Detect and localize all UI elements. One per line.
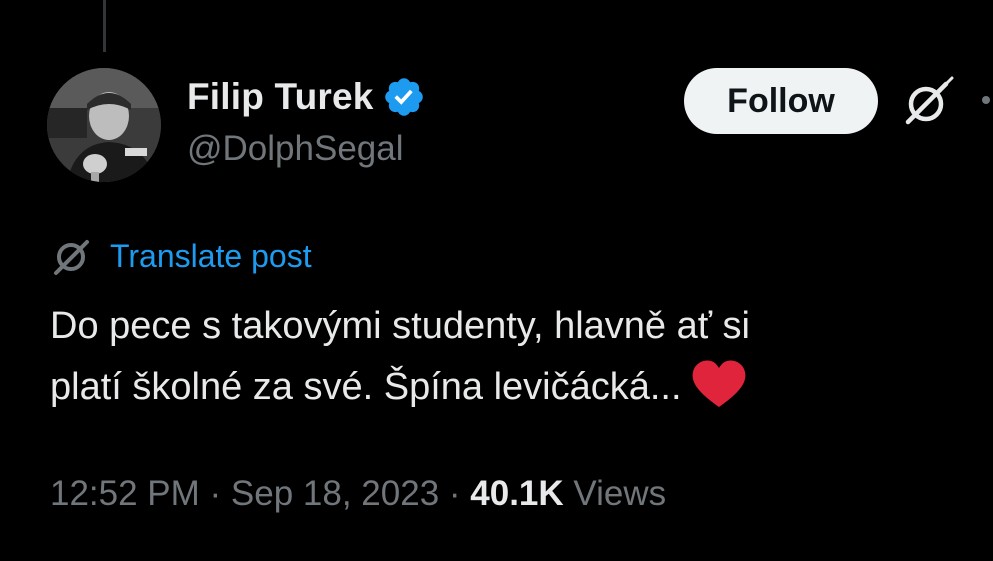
views-count[interactable]: 40.1K (470, 474, 563, 513)
grok-icon (54, 240, 89, 275)
verified-badge-icon[interactable] (382, 75, 426, 119)
avatar[interactable] (47, 68, 161, 182)
post-date[interactable]: Sep 18, 2023 (231, 474, 439, 513)
red-heart-emoji-icon (692, 360, 745, 407)
post-text: Do pece s takovými studenty, hlavně ať s… (50, 296, 980, 418)
meta-separator: · (199, 474, 231, 513)
author-handle[interactable]: @DolphSegal (187, 129, 404, 169)
translate-post-link[interactable]: Translate post (110, 238, 312, 275)
more-options-icon[interactable] (982, 96, 990, 104)
post-meta-row: 12:52 PM · Sep 18, 2023 · 40.1K Views (50, 474, 666, 514)
grok-icon[interactable] (902, 76, 954, 128)
post-text-line-2: platí školné za své. Špína levičácká... (50, 357, 980, 418)
post-text-line-2-content: platí školné za své. Špína levičácká... (50, 366, 682, 408)
avatar-photo (47, 68, 161, 182)
post-text-line-1: Do pece s takovými studenty, hlavně ať s… (50, 305, 750, 347)
translate-post-row[interactable]: Translate post (50, 234, 312, 278)
author-display-name[interactable]: Filip Turek (187, 76, 374, 118)
views-label: Views (573, 474, 667, 513)
meta-separator-2: · (439, 474, 471, 513)
author-name-row[interactable]: Filip Turek (187, 74, 426, 120)
thread-connector-line (103, 0, 106, 52)
follow-button[interactable]: Follow (684, 68, 878, 134)
post-time[interactable]: 12:52 PM (50, 474, 200, 513)
